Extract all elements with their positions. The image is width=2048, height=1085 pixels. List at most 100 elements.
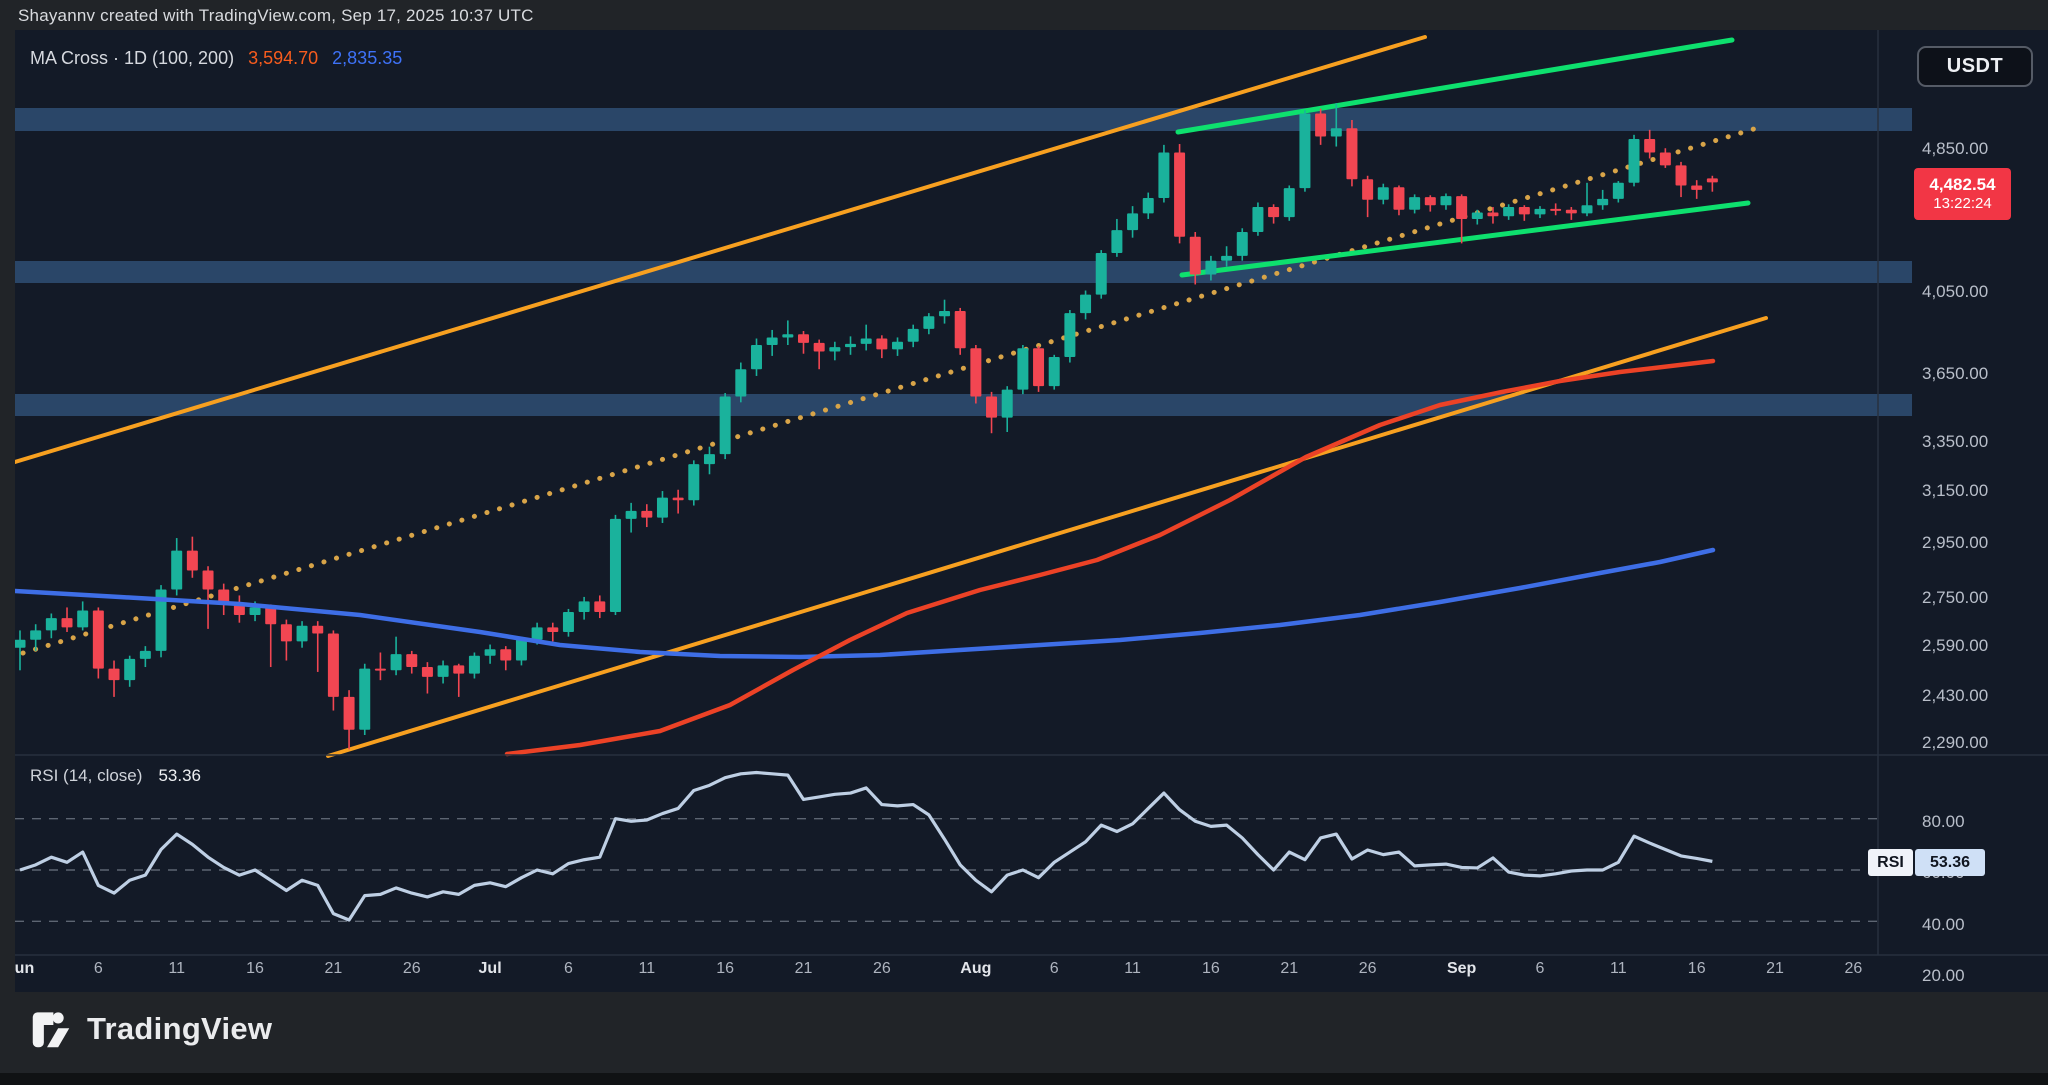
ma200-value: 2,835.35 — [332, 48, 402, 68]
candle-up — [563, 612, 574, 632]
price-axis-label: 2,430.00 — [1922, 686, 1988, 706]
supply-zone-band — [15, 108, 1912, 131]
price-axis-label: 4,050.00 — [1922, 282, 1988, 302]
candle-down — [798, 334, 809, 343]
symbol-currency-button[interactable]: USDT — [1917, 46, 2033, 87]
candle-down — [1566, 210, 1577, 214]
last-price: 4,482.54 — [1929, 174, 1995, 195]
candle-up — [297, 626, 308, 642]
candle-down — [986, 397, 997, 418]
candle-up — [579, 601, 590, 612]
candle-up — [140, 651, 151, 659]
candle-down — [187, 551, 198, 571]
candle-down — [1707, 178, 1718, 182]
candle-down — [1346, 128, 1357, 179]
tradingview-embed: Shayannv created with TradingView.com, S… — [0, 0, 2048, 1085]
candle-up — [610, 519, 621, 612]
candle-up — [767, 337, 778, 345]
rsi-line — [20, 773, 1712, 920]
candle-down — [265, 607, 276, 624]
candle-down — [594, 601, 605, 612]
time-axis-month-label: Aug — [960, 960, 991, 978]
candle-up — [359, 669, 370, 730]
tradingview-logo[interactable]: TradingView — [28, 1006, 272, 1052]
candle-up — [626, 511, 637, 519]
candle-down — [422, 667, 433, 677]
ma200-line — [15, 550, 1713, 657]
ma100-value: 3,594.70 — [248, 48, 318, 68]
chart-canvas[interactable] — [15, 30, 2048, 992]
candle-up — [1096, 253, 1107, 295]
time-axis-label: 16 — [246, 960, 264, 978]
candle-up — [720, 397, 731, 455]
supply-zone-band — [15, 261, 1912, 283]
candle-up — [1613, 183, 1624, 199]
candle-down — [312, 626, 323, 634]
candle-up — [1205, 261, 1216, 275]
candle-down — [1190, 237, 1201, 275]
candle-up — [688, 464, 699, 500]
candle-up — [782, 334, 793, 337]
candle-up — [77, 610, 88, 627]
time-axis-label: 26 — [1359, 960, 1377, 978]
price-axis-label: 2,950.00 — [1922, 533, 1988, 553]
candle-up — [1440, 196, 1451, 205]
candle-up — [516, 640, 527, 661]
candle-down — [1660, 152, 1671, 165]
candle-down — [109, 669, 120, 681]
candle-down — [1691, 185, 1702, 189]
rsi-badge-value: 53.36 — [1915, 849, 1985, 876]
candle-up — [1534, 209, 1545, 214]
candle-up — [1221, 256, 1232, 261]
candle-up — [1331, 128, 1342, 136]
price-axis-label: 2,750.00 — [1922, 588, 1988, 608]
time-axis-label: 6 — [94, 960, 103, 978]
candle-up — [171, 551, 182, 590]
candle-up — [1080, 295, 1091, 314]
time-axis-label: 6 — [1536, 960, 1545, 978]
candle-down — [547, 627, 558, 632]
candle-up — [751, 345, 762, 369]
candle-down — [1456, 196, 1467, 219]
candle-down — [1519, 207, 1530, 214]
candle-down — [641, 511, 652, 518]
candle-up — [1158, 152, 1169, 197]
candle-up — [1378, 187, 1389, 200]
candle-down — [62, 618, 73, 627]
candle-down — [203, 571, 214, 590]
time-axis-label: 26 — [873, 960, 891, 978]
time-axis-label: 26 — [1844, 960, 1862, 978]
time-axis-label: 16 — [716, 960, 734, 978]
candle-up — [829, 347, 840, 351]
candle-up — [704, 454, 715, 464]
indicator-legend[interactable]: MA Cross · 1D (100, 200) 3,594.70 2,835.35 — [30, 48, 402, 69]
price-axis-label: 2,290.00 — [1922, 733, 1988, 753]
candle-up — [861, 339, 872, 344]
candle-up — [124, 659, 135, 680]
rsi-axis-label: 80.00 — [1922, 812, 1965, 832]
time-axis-label: 21 — [1280, 960, 1298, 978]
candle-down — [93, 610, 104, 668]
candle-up — [1472, 213, 1483, 219]
rsi-legend[interactable]: RSI (14, close)53.36 — [30, 766, 201, 786]
candle-down — [406, 654, 417, 667]
candle-up — [469, 656, 480, 674]
bottom-border-strip — [0, 1073, 2048, 1085]
candle-up — [250, 607, 261, 615]
candle-down — [1393, 187, 1404, 210]
candle-down — [1268, 207, 1279, 217]
candle-down — [1644, 139, 1655, 152]
candle-down — [1174, 152, 1185, 236]
time-axis-label: 21 — [324, 960, 342, 978]
time-axis-label: 16 — [1688, 960, 1706, 978]
time-axis-label: 11 — [638, 960, 655, 978]
candle-down — [375, 669, 386, 671]
candle-down — [970, 348, 981, 396]
bar-countdown: 13:22:24 — [1933, 195, 1991, 214]
tradingview-mark-icon — [28, 1006, 74, 1052]
time-axis-month-label: Jul — [479, 960, 502, 978]
candle-up — [1127, 213, 1138, 230]
legend-title: MA Cross · 1D (100, 200) — [30, 48, 234, 68]
candle-down — [1315, 113, 1326, 136]
rsi-axis-label: 40.00 — [1922, 915, 1965, 935]
